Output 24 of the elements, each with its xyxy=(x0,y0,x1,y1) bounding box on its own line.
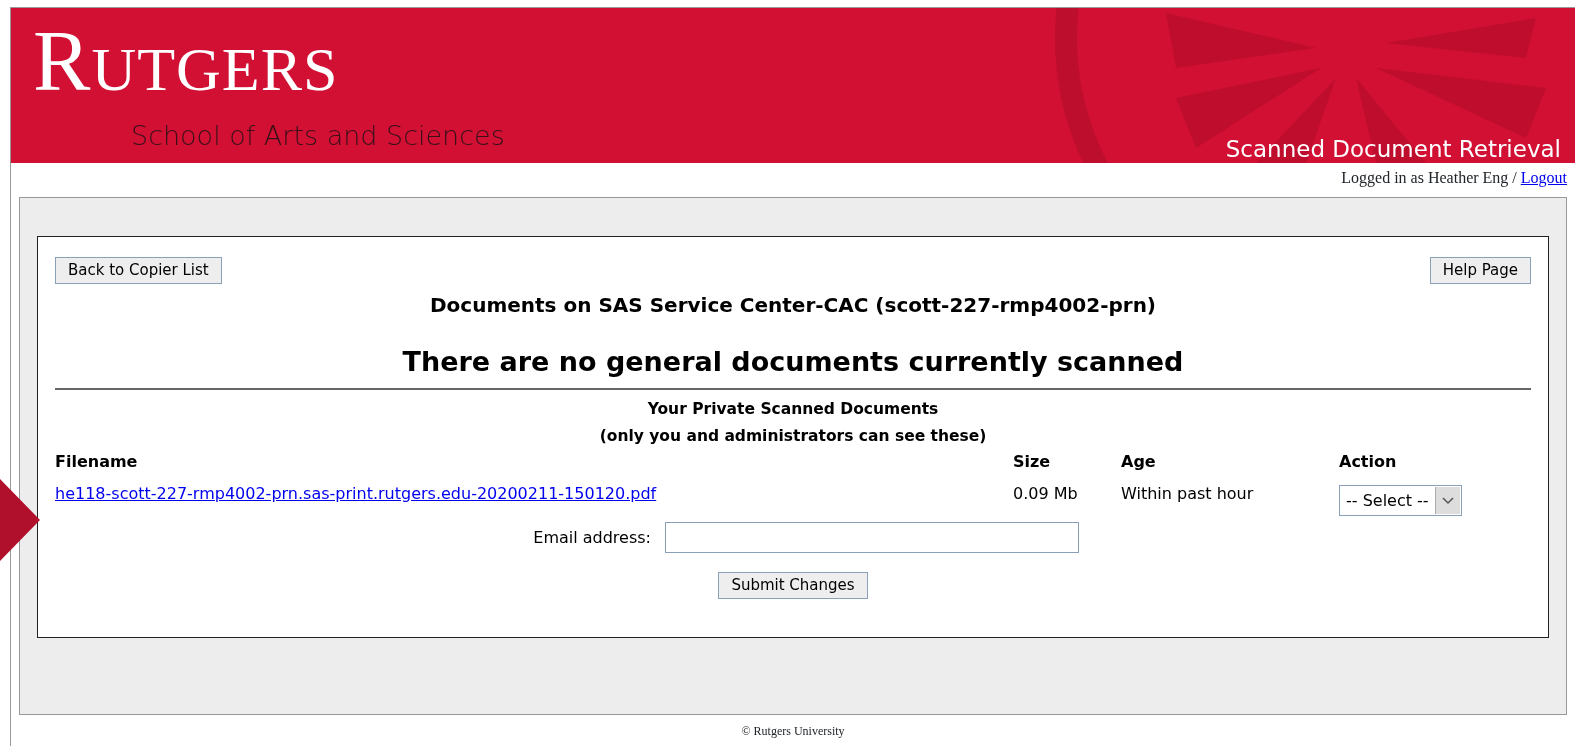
back-button[interactable]: Back to Copier List xyxy=(55,257,222,284)
file-link[interactable]: he118-scott-227-rmp4002-prn.sas-print.rutgers.edu-20200211-150120.pdf xyxy=(55,484,657,504)
table-cell: Within past hour xyxy=(1121,484,1254,504)
email-label: Email address: xyxy=(533,527,651,547)
section-subtitle: (only you and administrators can see these) xyxy=(598,426,988,448)
column-header: Age xyxy=(1121,452,1156,472)
logout-link[interactable]: Logout xyxy=(1520,169,1567,186)
column-header: Action xyxy=(1339,452,1397,472)
section-title: Your Private Scanned Documents xyxy=(646,399,940,420)
login-status: Logged in as Heather Eng / xyxy=(1341,169,1517,186)
submit-button[interactable]: Submit Changes xyxy=(718,572,868,599)
app-title: Scanned Document Retrieval xyxy=(1225,135,1561,163)
school-name: School of Arts and Sciences xyxy=(131,119,505,153)
column-header: Filename xyxy=(55,452,138,472)
chevron-down-icon xyxy=(1441,496,1454,505)
column-header: Size xyxy=(1013,452,1051,472)
copyright: © Rutgers University xyxy=(741,724,845,738)
email-field[interactable] xyxy=(665,522,1079,554)
general-notice: There are no general documents currently scanned xyxy=(55,341,1531,390)
page-heading: Documents on SAS Service Center-CAC (scott-227-rmp4002-prn) xyxy=(429,291,1157,319)
action-select[interactable]: -- Select -- xyxy=(1339,485,1462,517)
logo: RUTGERS xyxy=(33,18,339,104)
table-cell: 0.09 Mb xyxy=(1013,484,1078,504)
help-button[interactable]: Help Page xyxy=(1429,257,1531,284)
